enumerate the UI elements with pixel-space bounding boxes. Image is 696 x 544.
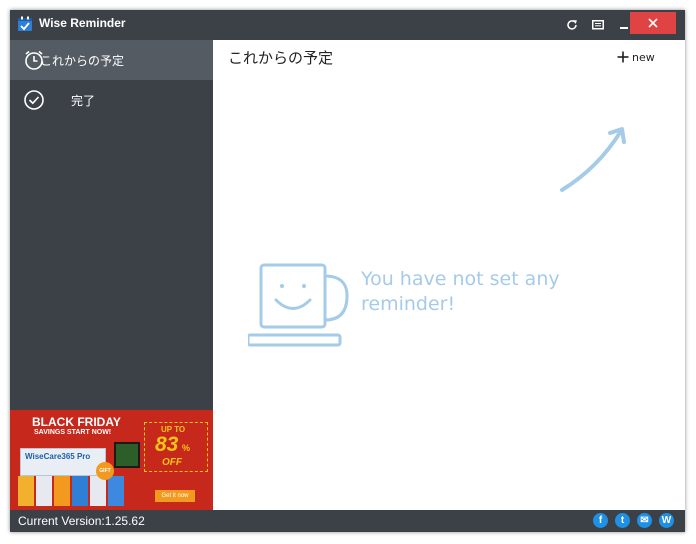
empty-state-message: You have not set any reminder! <box>361 268 560 315</box>
close-icon <box>648 18 658 28</box>
sidebar-item-label: これからの予定 <box>40 54 125 68</box>
app-window: Wise Reminder これからの予定 完了 BLACK FRIDAY SA… <box>10 10 685 532</box>
refresh-button[interactable] <box>561 14 583 36</box>
gift-badge: GIFT <box>96 462 114 480</box>
refresh-icon <box>567 20 577 30</box>
minimize-icon <box>620 27 628 29</box>
discount-off: OFF <box>162 457 182 468</box>
product-box <box>18 476 34 506</box>
check-circle-icon <box>24 90 44 110</box>
product-box <box>54 476 70 506</box>
product-box <box>36 476 52 506</box>
discount-badge: UP TO 83 % OFF <box>144 422 208 472</box>
product-box <box>72 476 88 506</box>
page-title: これからの予定 <box>228 49 334 67</box>
new-label: new <box>632 50 655 64</box>
main-panel: これからの予定 new You have not set any reminde… <box>213 40 685 510</box>
facebook-icon[interactable]: f <box>593 513 608 528</box>
email-icon[interactable]: ✉ <box>637 513 652 528</box>
twitter-icon[interactable]: t <box>615 513 630 528</box>
close-button[interactable] <box>630 12 676 34</box>
chip-icon <box>114 442 140 468</box>
sidebar-item-completed[interactable]: 完了 <box>10 80 213 120</box>
promo-product: WiseCare365 Pro <box>25 452 91 461</box>
feedback-button[interactable] <box>587 14 609 36</box>
coffee-cup-icon <box>248 263 349 347</box>
calendar-check-icon <box>18 16 32 31</box>
promo-headline: BLACK FRIDAY <box>32 415 121 429</box>
status-bar: Current Version:1.25.62 f t ✉ W <box>10 510 685 532</box>
message-icon <box>592 19 604 29</box>
product-box-main: WiseCare365 Pro <box>20 448 106 476</box>
plus-icon <box>617 51 629 63</box>
get-it-now-button[interactable]: Get it now <box>155 490 195 502</box>
discount-pct-sign: % <box>182 443 191 453</box>
title-bar[interactable]: Wise Reminder <box>10 10 685 40</box>
new-reminder-button[interactable]: new <box>617 49 655 65</box>
sidebar: これからの予定 完了 BLACK FRIDAY SAVINGS START NO… <box>10 40 213 510</box>
app-title: Wise Reminder <box>39 16 126 30</box>
product-box <box>90 476 106 506</box>
wise-icon[interactable]: W <box>659 513 674 528</box>
promo-banner[interactable]: BLACK FRIDAY SAVINGS START NOW! WiseCare… <box>10 410 213 510</box>
arrow-up-right-icon <box>560 127 626 192</box>
sidebar-item-upcoming[interactable]: これからの予定 <box>10 40 213 80</box>
promo-subline: SAVINGS START NOW! <box>34 429 112 436</box>
sidebar-item-label: 完了 <box>71 94 96 108</box>
product-box <box>108 476 124 506</box>
discount-percent: 83 <box>155 433 179 456</box>
version-label: Current Version:1.25.62 <box>18 514 145 528</box>
